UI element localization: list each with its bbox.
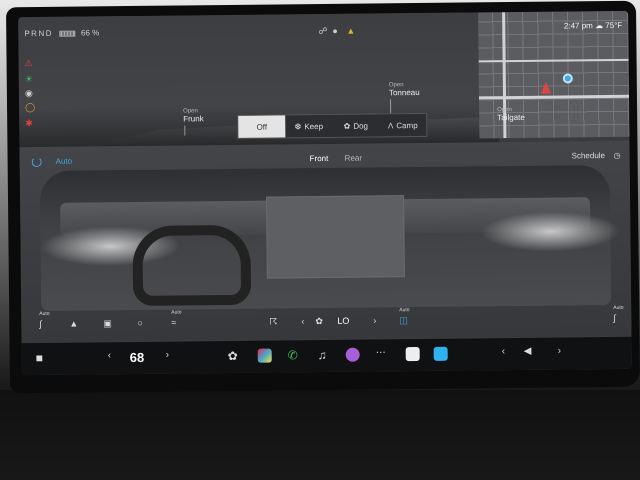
outside-temp: 75°F <box>605 20 623 31</box>
vehicle-mode-selector: Off ❆ Keep ✿ Dog Λ Camp <box>237 112 428 139</box>
gear-indicator: PRND <box>24 28 54 39</box>
mode-off-label: Off <box>256 122 268 132</box>
seat-heat-left-icon[interactable]: ∫ <box>39 319 42 329</box>
music-icon[interactable]: ♫ <box>318 348 327 362</box>
tab-rear[interactable]: Rear <box>345 154 362 163</box>
bluetooth-app-icon[interactable] <box>433 346 448 361</box>
fan-speed-value: LO <box>337 315 350 326</box>
battery-percent: 66 % <box>80 28 100 38</box>
frunk-name: Frunk <box>183 114 204 124</box>
mode-camp-button[interactable]: Λ Camp <box>379 114 426 136</box>
calendar-app-icon[interactable] <box>405 347 420 362</box>
alert-icon[interactable]: ▲ <box>346 26 355 36</box>
dashcam-app-icon[interactable]: ⋯ <box>376 347 386 358</box>
fan-increase-button[interactable]: › <box>373 315 376 325</box>
temp-decrease-button[interactable]: ‹ <box>108 350 111 361</box>
frunk-label[interactable]: Open Frunk <box>183 107 204 123</box>
car-icon[interactable]: ■ <box>36 351 43 365</box>
frunk-pointer <box>184 125 186 136</box>
status-bar: PRND 66 % <box>24 28 99 38</box>
tab-front[interactable]: Front <box>310 154 329 163</box>
recirc-auto-label: Auto <box>399 307 410 314</box>
cloud-icon: ☁ <box>594 21 604 31</box>
clock: 2:47 pm <box>563 21 593 31</box>
power-icon[interactable] <box>31 156 42 168</box>
right-airflow <box>480 210 621 253</box>
phone-icon[interactable]: ✆ <box>288 348 298 362</box>
defrost-front-icon[interactable]: ▲ <box>69 319 78 329</box>
airbag-warning-icon: ✱ <box>25 118 33 129</box>
navigation-map[interactable]: 2:47 pm ☁ 75°F Open Tailgate <box>478 10 630 139</box>
cabin-temp-value[interactable]: 68 <box>130 350 145 365</box>
navigation-arrow-icon <box>540 81 551 94</box>
seat-left-auto-label: Auto <box>39 310 50 317</box>
fan-icon: ✿ <box>315 316 323 327</box>
schedule-icon[interactable]: ◷ <box>614 151 621 160</box>
tonneau-name: Tonneau <box>388 88 420 98</box>
touchscreen: PRND 66 % ☍ ● ▲ ⚠ ☀ ◉ ◯ ✱ Open Frunk Ope… <box>18 10 632 376</box>
mode-dog-button[interactable]: ✿ Dog <box>332 114 379 136</box>
fan-decrease-button[interactable]: ‹ <box>301 316 304 326</box>
mode-camp-label: Camp <box>396 120 418 130</box>
heated-auto-label: Auto <box>171 309 182 316</box>
steering-wheel-view <box>132 224 252 307</box>
tailgate-name: Tailgate <box>497 112 525 123</box>
seatbelt-warning-icon: ⚠ <box>24 58 33 69</box>
airflow-mode-icon[interactable]: ☈ <box>269 317 277 328</box>
tonneau-label[interactable]: Open Tonneau <box>389 81 420 97</box>
climate-fan-icon[interactable]: ✿ <box>228 349 238 363</box>
mode-keep-label: Keep <box>304 121 324 131</box>
lights-on-icon: ☀ <box>24 74 33 85</box>
mode-off-button[interactable]: Off <box>238 115 286 138</box>
volume-icon[interactable]: ◀ <box>524 346 532 357</box>
volume-up-button[interactable]: › <box>558 346 561 357</box>
center-display-view <box>266 195 405 279</box>
steering-heat-icon[interactable]: ○ <box>137 318 143 328</box>
seat-heat-right-icon[interactable]: ∫ <box>613 313 616 323</box>
defrost-rear-icon[interactable]: ▣ <box>103 318 112 329</box>
schedule-button[interactable]: Schedule <box>572 151 605 160</box>
climate-panel: Auto Front Rear Schedule ◷ Auto ∫ ▲ ▣ ○ … <box>19 140 632 343</box>
tailgate-label[interactable]: Open Tailgate <box>497 106 525 122</box>
recirculate-icon[interactable]: ◫ <box>399 315 408 326</box>
vehicle-view: PRND 66 % ☍ ● ▲ ⚠ ☀ ◉ ◯ ✱ Open Frunk Ope… <box>18 12 499 147</box>
temp-increase-button[interactable]: › <box>166 350 169 361</box>
wiper-heat-icon[interactable]: ≈ <box>171 318 176 328</box>
seat-right-auto-label: Auto <box>613 304 624 311</box>
tire-pressure-icon: ◯ <box>25 102 36 113</box>
keep-icon: ❆ <box>294 121 302 131</box>
lock-icon[interactable]: ☍ <box>318 26 327 37</box>
tent-icon: Λ <box>387 120 394 130</box>
location-marker-icon <box>562 73 573 84</box>
mode-keep-button[interactable]: ❆ Keep <box>285 115 332 137</box>
map-status: 2:47 pm ☁ 75°F <box>564 21 622 31</box>
climate-controls: Auto ∫ ▲ ▣ ○ Auto ≈ ☈ ‹ ✿ LO › Auto ◫ Au… <box>21 305 631 341</box>
battery-icon <box>58 30 76 37</box>
headlight-icon: ◉ <box>24 88 33 99</box>
paw-icon: ✿ <box>343 121 351 131</box>
media-app-icon[interactable] <box>345 347 360 362</box>
taskbar: ■ ‹ 68 › ✿ ✆ ♫ ⋯ ‹ ◀ › <box>21 336 632 376</box>
dashboard-trim <box>0 390 640 480</box>
climate-auto-toggle[interactable]: Auto <box>56 157 73 166</box>
mode-dog-label: Dog <box>353 121 369 131</box>
volume-down-button[interactable]: ‹ <box>502 346 505 357</box>
maps-app-icon[interactable] <box>257 348 272 363</box>
driver-profile-icon[interactable]: ● <box>332 26 338 36</box>
